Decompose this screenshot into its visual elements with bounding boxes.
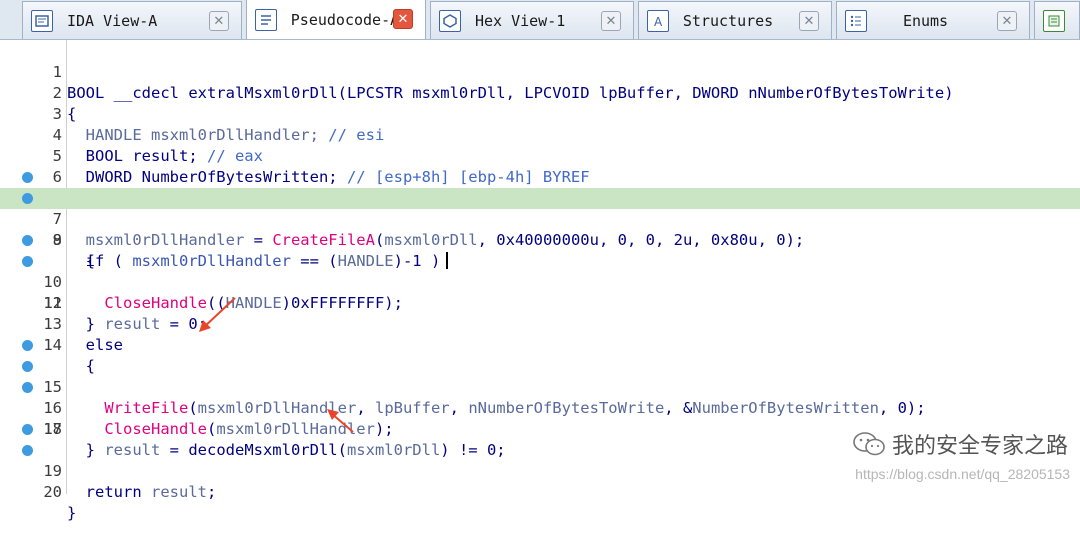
annotation-arrow-icon (199, 297, 236, 332)
tab-overflow[interactable] (1033, 1, 1080, 39)
tab-label: Hex View-1 (474, 11, 566, 30)
hex-view-icon (438, 9, 461, 32)
tab-hex-view-1[interactable]: Hex View-1 ✕ (429, 1, 634, 39)
imports-icon (1042, 9, 1065, 32)
code-text: } (67, 504, 77, 522)
breakpoint-dot[interactable] (22, 361, 33, 372)
wechat-icon (853, 432, 885, 456)
svg-text:A: A (654, 15, 663, 28)
breakpoint-dot[interactable] (22, 256, 33, 267)
close-icon[interactable]: ✕ (392, 9, 413, 29)
watermark-title: 我的安全专家之路 (852, 428, 1068, 460)
line-number: 20 (43, 483, 62, 501)
close-icon[interactable]: ✕ (798, 11, 819, 31)
tab-label: IDA View-A (67, 11, 158, 30)
breakpoint-dot[interactable] (22, 424, 33, 435)
code-line-highlighted[interactable]: 8 if ( msxml0rDllHandler == (HANDLE)-1 ) (0, 188, 1080, 270)
tab-structures[interactable]: A Structures ✕ (637, 1, 832, 39)
breakpoint-dot[interactable] (22, 382, 33, 393)
code-line[interactable]: 9 { (0, 209, 1080, 270)
enums-icon (844, 9, 867, 32)
ida-view-icon (31, 9, 53, 32)
tab-label: Enums (902, 11, 949, 30)
code-line[interactable]: 16 CloseHandle(msxml0rDllHandler); (0, 356, 1080, 438)
watermark-text: 我的安全专家之路 (891, 434, 1068, 459)
breakpoint-dot[interactable] (22, 172, 33, 183)
breakpoint-dot[interactable] (22, 340, 33, 351)
code-line[interactable]: 7 msxml0rDllHandler = CreateFileA(msxml0… (0, 167, 1080, 249)
tab-ida-view-a[interactable]: IDA View-A ✕ (22, 1, 242, 39)
code-line[interactable]: 5 DWORD NumberOfBytesWritten; // [esp+8h… (0, 125, 1080, 186)
close-icon[interactable]: ✕ (600, 11, 621, 31)
pseudocode-view[interactable]: 1 BOOL __cdecl extralMsxml0rDll(LPCSTR m… (0, 40, 1080, 522)
watermark-url: https://blog.csdn.net/qq_28205153 (855, 466, 1070, 482)
code-line[interactable]: 12 } (0, 272, 1080, 333)
tab-label: Structures (682, 11, 774, 30)
tab-enums[interactable]: Enums ✕ (835, 1, 1030, 39)
code-line[interactable]: 4 BOOL result; // eax (0, 104, 1080, 165)
code-line[interactable]: 1 BOOL __cdecl extralMsxml0rDll(LPCSTR m… (0, 41, 1080, 102)
tab-pseudocode-a[interactable]: Pseudocode-A ✕ (245, 0, 426, 39)
code-line[interactable]: 18 } (0, 398, 1080, 459)
code-line[interactable]: 3 HANDLE msxml0rDllHandler; // esi (0, 83, 1080, 144)
code-line[interactable]: 10 CloseHandle((HANDLE)0xFFFFFFFF); (0, 230, 1080, 312)
breakpoint-dot[interactable] (22, 235, 33, 246)
code-line[interactable]: 6 (0, 146, 1080, 186)
line-number: 19 (43, 462, 62, 480)
code-line[interactable]: 11 result = 0; (0, 251, 1080, 333)
close-icon[interactable]: ✕ (996, 11, 1017, 31)
tab-label: Pseudocode-A (290, 10, 400, 29)
breakpoint-dot[interactable] (22, 445, 33, 456)
code-text: return result; (67, 483, 217, 501)
code-line[interactable]: 13 else (0, 293, 1080, 354)
pseudocode-icon (254, 8, 277, 31)
code-line[interactable]: 2 { (0, 62, 1080, 123)
breakpoint-dot[interactable] (22, 193, 33, 204)
tab-bar: IDA View-A ✕ Pseudocode-A ✕ Hex View-1 ✕… (0, 0, 1080, 40)
code-line[interactable]: 14 { (0, 314, 1080, 375)
annotation-arrow-icon (327, 409, 354, 433)
code-line[interactable]: 17 result = decodeMsxml0rDll(msxml0rDll)… (0, 377, 1080, 459)
structures-icon: A (646, 9, 669, 32)
close-icon[interactable]: ✕ (208, 11, 229, 31)
code-line[interactable]: 15 WriteFile(msxml0rDllHandler, lpBuffer… (0, 335, 1080, 417)
